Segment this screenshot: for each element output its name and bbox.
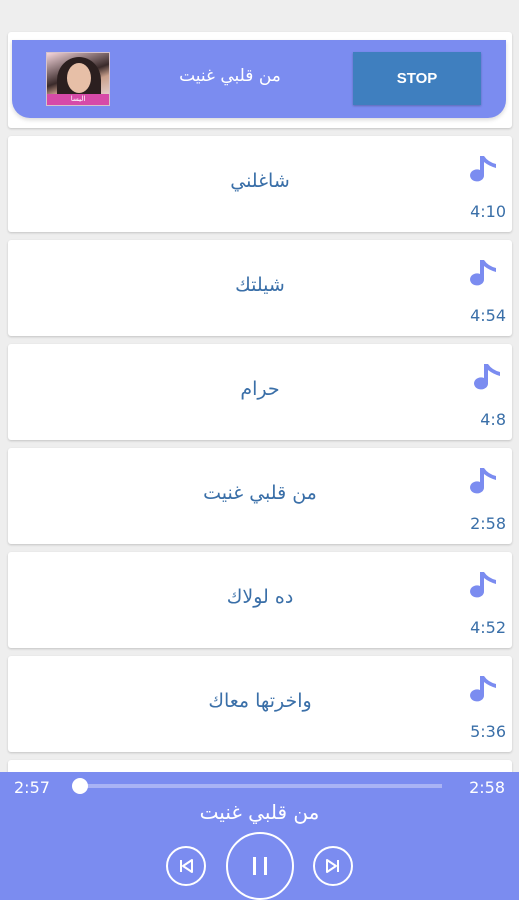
total-time: 2:58 [469, 778, 505, 797]
previous-button[interactable] [166, 846, 206, 886]
next-icon [326, 859, 339, 873]
song-card[interactable]: ده لولاك 4:52 [8, 552, 512, 648]
song-title: ده لولاك [226, 586, 294, 608]
song-card[interactable]: شيلتك 4:54 [8, 240, 512, 336]
previous-icon [180, 859, 193, 873]
now-playing-banner: اليسا من قلبي غنيت STOP [12, 40, 506, 118]
song-duration: 4:54 [470, 306, 506, 325]
bottom-player: 2:57 2:58 من قلبي غنيت [0, 772, 519, 900]
song-title: واخرتها معاك [208, 690, 312, 712]
song-duration: 4:8 [480, 410, 506, 429]
song-card[interactable]: حرام 4:8 [8, 344, 512, 440]
song-duration: 4:52 [470, 618, 506, 637]
pause-button[interactable] [226, 832, 294, 900]
song-duration: 4:10 [470, 202, 506, 221]
song-title: من قلبي غنيت [203, 482, 317, 504]
seek-thumb[interactable] [71, 778, 88, 794]
song-title: شيلتك [235, 274, 285, 296]
current-time: 2:57 [14, 778, 50, 797]
stop-button[interactable]: STOP [353, 52, 481, 105]
seek-bar[interactable] [71, 778, 442, 794]
pause-icon [253, 857, 267, 875]
song-duration: 5:36 [470, 722, 506, 741]
player-song-title: من قلبي غنيت [199, 800, 320, 824]
song-card[interactable]: شاغلني 4:10 [8, 136, 512, 232]
song-card-partial[interactable] [8, 760, 512, 772]
next-button[interactable] [313, 846, 353, 886]
song-card[interactable]: من قلبي غنيت 2:58 [8, 448, 512, 544]
song-title: شاغلني [230, 170, 290, 192]
now-playing-title: من قلبي غنيت [179, 66, 281, 86]
song-duration: 2:58 [470, 514, 506, 533]
song-title: حرام [240, 378, 280, 400]
album-cover: اليسا [46, 52, 110, 106]
cover-caption: اليسا [47, 94, 109, 105]
song-card[interactable]: واخرتها معاك 5:36 [8, 656, 512, 752]
